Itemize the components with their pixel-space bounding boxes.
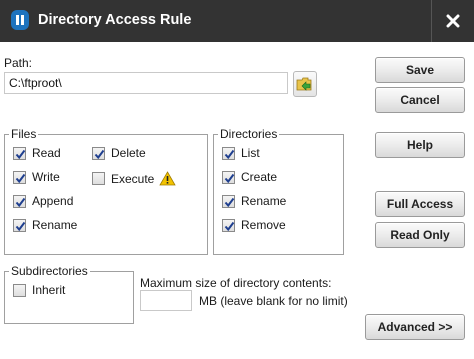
- create-checkbox-box[interactable]: [222, 170, 235, 184]
- remove-label: Remove: [241, 218, 286, 232]
- directories-legend: Directories: [218, 127, 280, 141]
- list-checkbox-box[interactable]: [222, 146, 235, 160]
- title-bar: Directory Access Rule: [0, 0, 474, 42]
- max-size-label: Maximum size of directory contents:: [140, 276, 332, 290]
- close-icon: [446, 14, 460, 28]
- warning-icon: [159, 171, 177, 186]
- max-size-input[interactable]: [140, 290, 192, 311]
- save-button[interactable]: Save: [375, 57, 465, 83]
- read-only-button[interactable]: Read Only: [375, 222, 465, 248]
- file-rename-checkbox-box[interactable]: [13, 218, 26, 232]
- read-checkbox[interactable]: Read: [13, 146, 61, 160]
- inherit-label: Inherit: [32, 283, 66, 297]
- dir-rename-label: Rename: [241, 194, 287, 208]
- close-button[interactable]: [431, 0, 474, 42]
- max-size-unit-note: MB (leave blank for no limit): [199, 294, 348, 308]
- inherit-checkbox-box[interactable]: [13, 283, 26, 297]
- dir-rename-checkbox-box[interactable]: [222, 194, 235, 208]
- append-checkbox[interactable]: Append: [13, 194, 73, 208]
- list-checkbox[interactable]: List: [222, 146, 260, 160]
- list-label: List: [241, 146, 260, 160]
- delete-checkbox-box[interactable]: [92, 146, 105, 160]
- read-label: Read: [32, 146, 61, 160]
- remove-checkbox[interactable]: Remove: [222, 218, 286, 232]
- subdirectories-group: Subdirectories: [4, 264, 134, 324]
- path-label: Path:: [4, 56, 33, 70]
- full-access-button[interactable]: Full Access: [375, 191, 465, 217]
- write-label: Write: [32, 170, 60, 184]
- execute-checkbox[interactable]: Execute: [92, 171, 177, 186]
- app-logo-icon: [11, 10, 29, 30]
- execute-checkbox-box[interactable]: [92, 172, 105, 185]
- files-legend: Files: [9, 127, 39, 141]
- write-checkbox-box[interactable]: [13, 170, 26, 184]
- advanced-button[interactable]: Advanced >>: [365, 314, 465, 340]
- cancel-button[interactable]: Cancel: [375, 87, 465, 113]
- execute-label: Execute: [111, 171, 155, 186]
- delete-checkbox[interactable]: Delete: [92, 146, 146, 160]
- append-label: Append: [32, 194, 74, 208]
- inherit-checkbox[interactable]: Inherit: [13, 283, 65, 297]
- append-checkbox-box[interactable]: [13, 194, 26, 208]
- file-rename-label: Rename: [32, 218, 78, 232]
- remove-checkbox-box[interactable]: [222, 218, 235, 232]
- dir-rename-checkbox[interactable]: Rename: [222, 194, 286, 208]
- read-checkbox-box[interactable]: [13, 146, 26, 160]
- write-checkbox[interactable]: Write: [13, 170, 60, 184]
- file-rename-checkbox[interactable]: Rename: [13, 218, 77, 232]
- browse-button[interactable]: [293, 71, 317, 97]
- window-title: Directory Access Rule: [38, 12, 192, 28]
- create-label: Create: [241, 170, 278, 184]
- help-button[interactable]: Help: [375, 132, 465, 158]
- folder-browse-icon: [296, 77, 312, 91]
- subdirectories-legend: Subdirectories: [9, 264, 90, 278]
- path-input[interactable]: [4, 72, 288, 94]
- create-checkbox[interactable]: Create: [222, 170, 277, 184]
- delete-label: Delete: [111, 146, 146, 160]
